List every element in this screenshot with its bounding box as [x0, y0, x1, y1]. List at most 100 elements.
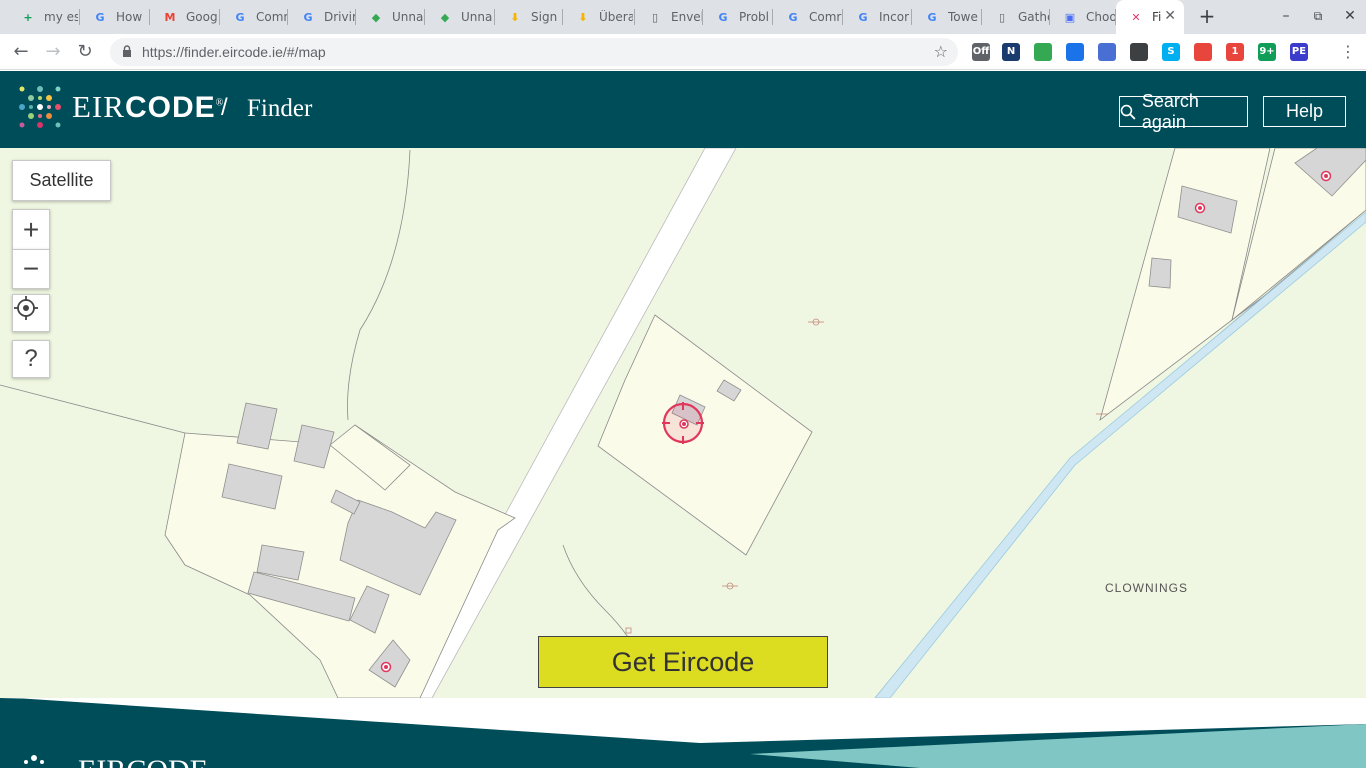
tab-label: Incor — [879, 10, 910, 24]
tab-label: Unna — [461, 10, 493, 24]
tab-label: Übera — [599, 10, 633, 24]
svg-text:EIRCODE: EIRCODE — [78, 754, 208, 768]
crosshair-icon — [14, 296, 38, 320]
zoom-out-button[interactable]: − — [12, 249, 50, 289]
farmyard-plot — [164, 424, 516, 698]
address-bar[interactable]: https://finder.eircode.ie/#/map ☆ — [110, 38, 958, 66]
help-button[interactable]: Help — [1263, 96, 1346, 127]
tab-11[interactable]: G Comr — [773, 0, 843, 34]
incognito-ext-icon[interactable]: Off — [972, 43, 990, 61]
maps-icon: ◆ — [371, 10, 381, 24]
chrome-menu-icon[interactable]: ⋮ — [1340, 43, 1356, 61]
lock-icon — [123, 45, 131, 57]
search-again-button[interactable]: Search again — [1119, 91, 1248, 132]
zoom-in-button[interactable]: + — [12, 209, 50, 249]
tab-8[interactable]: ⬇ Übera — [563, 0, 635, 34]
sheets-icon: + — [23, 10, 33, 24]
tab-4[interactable]: G Drivir — [288, 0, 356, 34]
document-icon: ▯ — [651, 10, 659, 24]
bookmark-star-icon[interactable]: ☆ — [934, 42, 948, 61]
clipboard-ext-icon[interactable] — [1034, 43, 1052, 61]
satellite-toggle-button[interactable]: Satellite — [12, 160, 111, 201]
camera-ext-icon[interactable] — [1098, 43, 1116, 61]
tab-13[interactable]: G Towe — [912, 0, 982, 34]
tab-5[interactable]: ◆ Unna — [356, 0, 425, 34]
google-icon: G — [235, 10, 245, 24]
back-button[interactable]: ← — [8, 39, 34, 65]
tab-label: Sign — [531, 10, 558, 24]
tab-label: Envel — [671, 10, 703, 24]
restore-button[interactable]: ⧉ — [1310, 8, 1326, 24]
tab-1[interactable]: G How — [80, 0, 150, 34]
site-footer: EIRCODE — [0, 698, 1366, 768]
tab-label: Probl — [739, 10, 769, 24]
close-tab-icon[interactable]: ✕ — [1164, 8, 1176, 24]
footer-graphic: EIRCODE — [0, 698, 1366, 768]
notify-ext-icon[interactable] — [1194, 43, 1212, 61]
scissors-ext-icon[interactable] — [1130, 43, 1148, 61]
tab-label: Gathe — [1018, 10, 1050, 24]
google-icon: G — [927, 10, 937, 24]
get-eircode-button[interactable]: Get Eircode — [538, 636, 828, 688]
tab-2[interactable]: M Goog — [150, 0, 220, 34]
mail-ext-icon[interactable]: 1 — [1226, 43, 1244, 61]
brand-name[interactable]: EIRCODE® — [72, 89, 224, 125]
tab-strip: + my es G How M Goog G Comr G Drivir ◆ Unna ◆ Unna ⬇ Si… — [0, 0, 1366, 34]
account-icon: ▣ — [1064, 10, 1076, 24]
map-layer[interactable] — [0, 148, 1366, 698]
townland-label: CLOWNINGS — [1105, 581, 1189, 595]
page-title: Finder — [247, 95, 313, 122]
tab-label: Comr — [809, 10, 842, 24]
link-ext-icon[interactable] — [1066, 43, 1084, 61]
tab-label: Towe — [948, 10, 978, 24]
google-icon: G — [788, 10, 798, 24]
download-icon: ⬇ — [578, 10, 588, 24]
close-window-button[interactable]: ✕ — [1342, 8, 1358, 24]
search-icon — [1120, 104, 1136, 120]
tab-label: How — [116, 10, 143, 24]
locate-me-button[interactable] — [12, 294, 50, 332]
document-icon: ▯ — [998, 10, 1006, 24]
title-separator: / — [221, 94, 228, 121]
forward-button[interactable]: → — [40, 39, 66, 65]
skype-ext-icon[interactable]: S — [1162, 43, 1180, 61]
tab-14[interactable]: ▯ Gathe — [982, 0, 1050, 34]
tab-6[interactable]: ◆ Unna — [425, 0, 495, 34]
tab-label: my es — [44, 10, 78, 24]
tab-10[interactable]: G Probl — [703, 0, 773, 34]
gmail-icon: M — [164, 10, 176, 24]
minimize-button[interactable]: – — [1278, 8, 1294, 24]
tab-0[interactable]: + my es — [8, 0, 80, 34]
maps-icon: ◆ — [440, 10, 450, 24]
selected-property-plot — [597, 314, 813, 556]
reload-button[interactable]: ↻ — [72, 39, 98, 65]
tab-label: Goog — [186, 10, 218, 24]
stream — [874, 211, 1366, 698]
google-icon: G — [718, 10, 728, 24]
download-icon: ⬇ — [510, 10, 520, 24]
url-text: https://finder.eircode.ie/#/map — [142, 44, 326, 60]
tab-label: Choo — [1086, 10, 1116, 24]
tab-7[interactable]: ⬇ Sign — [495, 0, 563, 34]
eircode-logo-icon[interactable] — [18, 85, 62, 129]
google-icon: G — [303, 10, 313, 24]
pe-ext-icon[interactable]: PE — [1290, 43, 1308, 61]
tab-label: Unna — [392, 10, 424, 24]
map-canvas[interactable]: Satellite + − ? CLOWNINGS Get Eircode — [0, 148, 1366, 698]
tab-16[interactable]: ✕ Fi ✕ — [1116, 0, 1184, 34]
google-icon: G — [858, 10, 868, 24]
tab-9[interactable]: ▯ Envel — [635, 0, 703, 34]
map-help-button[interactable]: ? — [12, 340, 50, 378]
tab-label: Drivir — [324, 10, 356, 24]
site-header: EIRCODE® / Finder Search again Help — [0, 71, 1366, 148]
tab-12[interactable]: G Incor — [843, 0, 912, 34]
tab-label: Comr — [256, 10, 288, 24]
new-tab-button[interactable]: + — [1196, 5, 1218, 27]
eircode-icon: ✕ — [1131, 10, 1141, 24]
tab-3[interactable]: G Comr — [220, 0, 288, 34]
google-icon: G — [95, 10, 105, 24]
chat-ext-icon[interactable]: 9+ — [1258, 43, 1276, 61]
n-ext-icon[interactable]: N — [1002, 43, 1020, 61]
tab-15[interactable]: ▣ Choo — [1050, 0, 1116, 34]
browser-toolbar: ← → ↻ https://finder.eircode.ie/#/map ☆ … — [0, 34, 1366, 70]
